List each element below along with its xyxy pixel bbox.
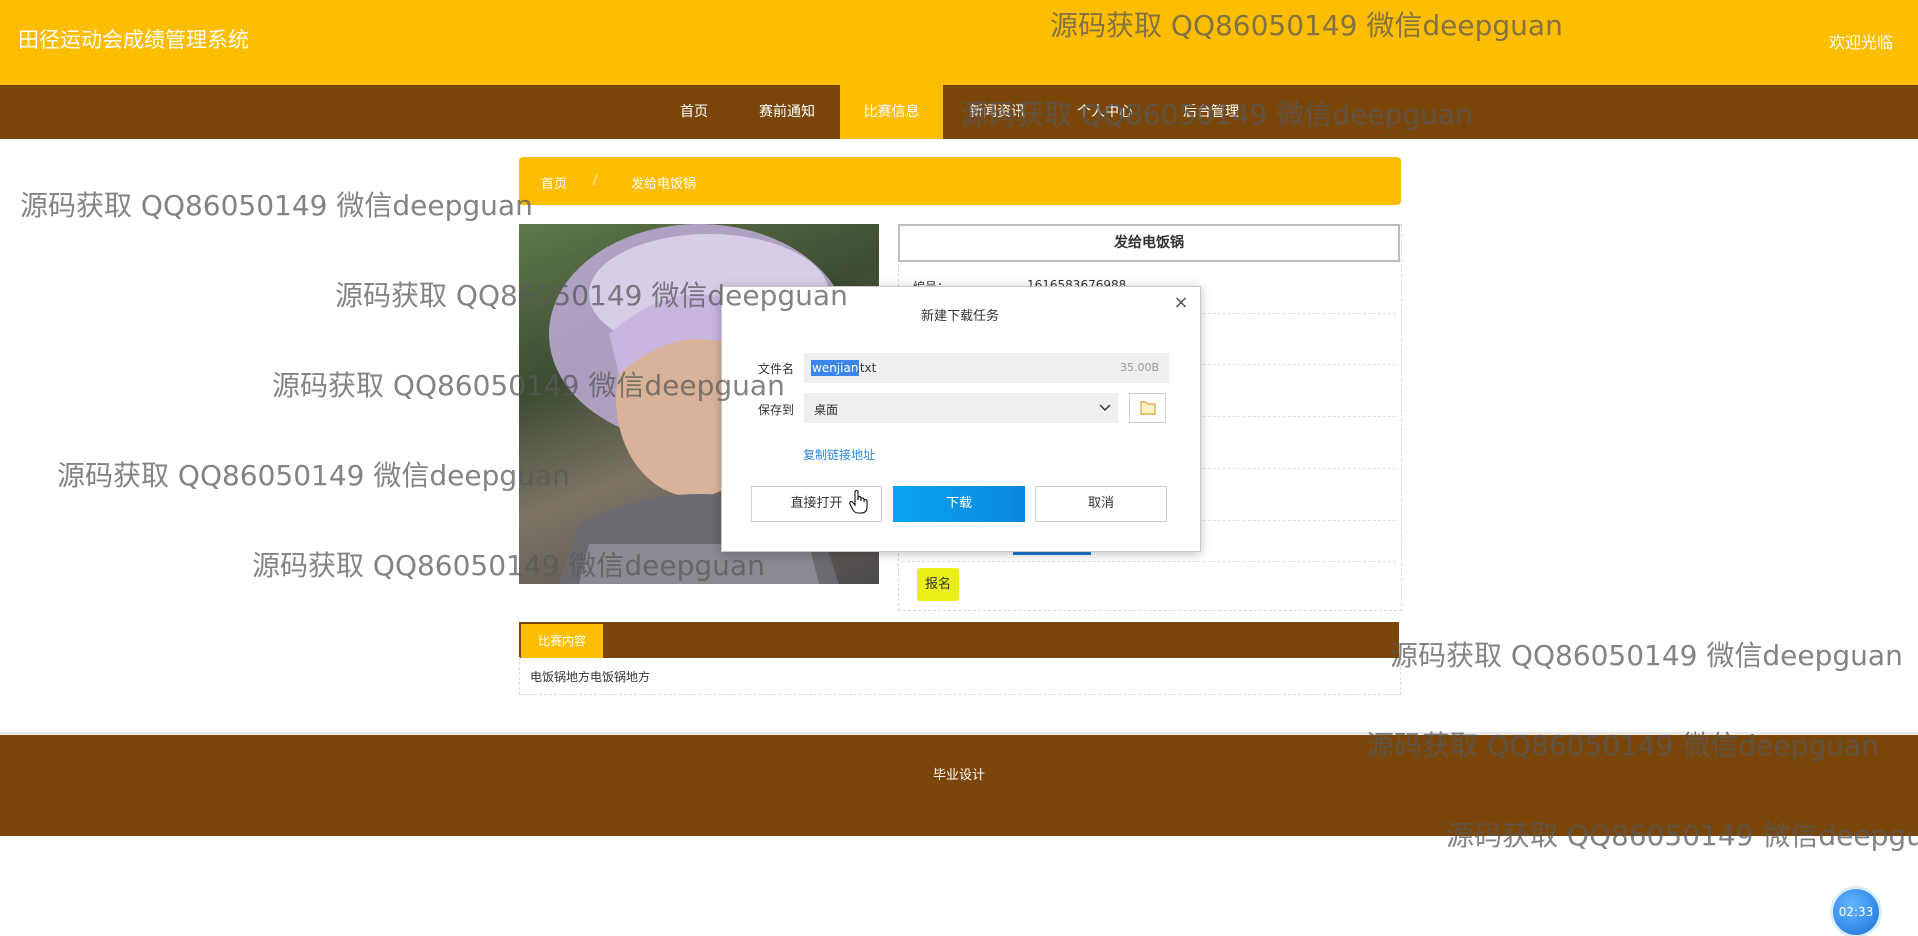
site-title: 田径运动会成绩管理系统 [18, 28, 249, 52]
content-header-bar [519, 622, 1399, 658]
tab-contest-content[interactable]: 比赛内容 [521, 624, 603, 658]
breadcrumb-current: 发给电饭锅 [631, 177, 697, 192]
cancel-button[interactable]: 取消 [1035, 486, 1167, 522]
nav-item-notice[interactable]: 赛前通知 [740, 85, 834, 139]
saveto-label: 保存到 [758, 403, 795, 417]
chevron-down-icon [1099, 404, 1111, 412]
nav-item-contest[interactable]: 比赛信息 [840, 85, 943, 139]
folder-icon [1140, 401, 1156, 415]
top-header [0, 0, 1918, 85]
watermark: 源码获取 QQ86050149 微信deepguan [20, 189, 533, 222]
nav-item-admin[interactable]: 后台管理 [1164, 85, 1258, 139]
breadcrumb-separator: / [593, 173, 598, 188]
breadcrumb: 首页 / 发给电饭锅 [519, 157, 1401, 205]
nav-item-profile[interactable]: 个人中心 [1058, 85, 1152, 139]
browse-folder-button[interactable] [1129, 393, 1166, 423]
nav-item-home[interactable]: 首页 [658, 85, 730, 139]
signup-button[interactable]: 报名 [917, 568, 959, 601]
filename-label: 文件名 [758, 362, 795, 376]
footer-text: 毕业设计 [932, 768, 985, 783]
filename-extension: .txt [856, 361, 877, 375]
nav-item-news[interactable]: 新闻资讯 [950, 85, 1044, 139]
welcome-text: 欢迎光临 [1828, 33, 1893, 52]
download-button[interactable]: 下载 [893, 486, 1025, 522]
breadcrumb-home[interactable]: 首页 [541, 173, 567, 192]
saveto-value: 桌面 [814, 403, 839, 417]
filename-selected-text: wenjian [811, 360, 860, 376]
close-icon[interactable]: × [1172, 294, 1190, 312]
content-box [519, 657, 1401, 695]
main-nav: 首页 赛前通知 比赛信息 新闻资讯 个人中心 后台管理 [0, 85, 1918, 139]
footer [0, 732, 1918, 836]
file-size: 35.00B [1120, 361, 1160, 374]
contest-title: 发给电饭锅 [898, 224, 1400, 262]
watermark: 源码获取 QQ86050149 微信deepguan [57, 459, 570, 492]
timer-badge[interactable]: 02:33 [1833, 889, 1879, 935]
hand-cursor-icon [849, 490, 868, 514]
info-divider [902, 561, 1396, 562]
saveto-select[interactable] [804, 393, 1118, 423]
dialog-title: 新建下载任务 [920, 309, 999, 324]
content-text: 电饭锅地方电饭锅地方 [530, 670, 651, 684]
watermark: 源码获取 QQ86050149 微信deepguan [1390, 639, 1903, 672]
copy-link-address[interactable]: 复制链接地址 [803, 446, 875, 463]
